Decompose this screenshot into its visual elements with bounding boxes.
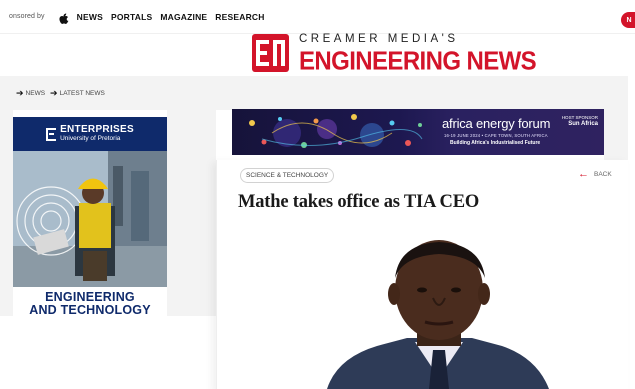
page-background-right <box>604 110 628 160</box>
advert-header: ENTERPRISES University of Pretoria <box>13 117 167 151</box>
breadcrumb: ➔ NEWS ➔ LATEST NEWS <box>16 88 110 99</box>
back-link[interactable]: ← BACK <box>578 168 612 180</box>
enterprises-logo-icon <box>46 127 57 141</box>
nav-research[interactable]: RESEARCH <box>215 12 264 22</box>
banner-sponsor-label: HOST SPONSOR <box>561 115 598 120</box>
page-background-gutter <box>167 110 216 316</box>
banner-graphic <box>249 114 423 148</box>
advert-engineer-image <box>13 151 167 287</box>
logo-top-text: CREAMER MEDIA'S <box>299 33 459 45</box>
arrow-left-icon: ← <box>578 168 589 180</box>
back-label: BACK <box>594 170 612 178</box>
banner-tagline: Building Africa's Industrialised Future <box>450 140 541 146</box>
top-navigation-bar: onsored by NEWS PORTALS MAGAZINE RESEARC… <box>0 0 635 34</box>
advert-foot-line2: AND TECHNOLOGY <box>29 303 151 317</box>
article-headline: Mathe takes office as TIA CEO <box>238 192 480 212</box>
category-tag[interactable]: SCIENCE & TECHNOLOGY <box>240 168 335 183</box>
breadcrumb-news[interactable]: NEWS <box>26 90 46 97</box>
site-logo[interactable]: CREAMER MEDIA'S ENGINEERING NEWS <box>252 33 537 76</box>
banner-sponsor: HOST SPONSOR Sun Africa <box>562 115 598 129</box>
apple-icon[interactable] <box>59 11 69 24</box>
advert-brand-sub: University of Pretoria <box>60 134 121 142</box>
sponsored-by-label: onsored by <box>9 13 45 20</box>
banner-dates: 16-19 JUNE 2024 • CAPE TOWN, SOUTH AFRIC… <box>444 133 548 138</box>
advert-footer-text: ENGINEERING AND TECHNOLOGY <box>13 287 167 317</box>
banner-advert[interactable]: africa energy forum 16-19 JUNE 2024 • CA… <box>232 109 604 155</box>
page-background-left <box>0 76 13 316</box>
logo-mark-icon <box>252 34 289 73</box>
user-menu-badge[interactable]: N <box>621 12 635 28</box>
logo-bottom-text: ENGINEERING NEWS <box>299 46 537 76</box>
nav-magazine[interactable]: MAGAZINE <box>160 12 207 22</box>
arrow-right-icon: ➔ <box>50 88 58 98</box>
nav-portals[interactable]: PORTALS <box>111 12 152 22</box>
banner-title: africa energy forum <box>442 116 551 131</box>
banner-sponsor-name: Sun Africa <box>568 120 598 127</box>
breadcrumb-latest-news[interactable]: LATEST NEWS <box>60 90 105 97</box>
side-advert[interactable]: ENTERPRISES University of Pretoria ENGIN… <box>13 117 167 317</box>
arrow-right-icon: ➔ <box>16 88 24 98</box>
nav-news[interactable]: NEWS <box>77 12 103 22</box>
article-photo <box>237 238 608 389</box>
